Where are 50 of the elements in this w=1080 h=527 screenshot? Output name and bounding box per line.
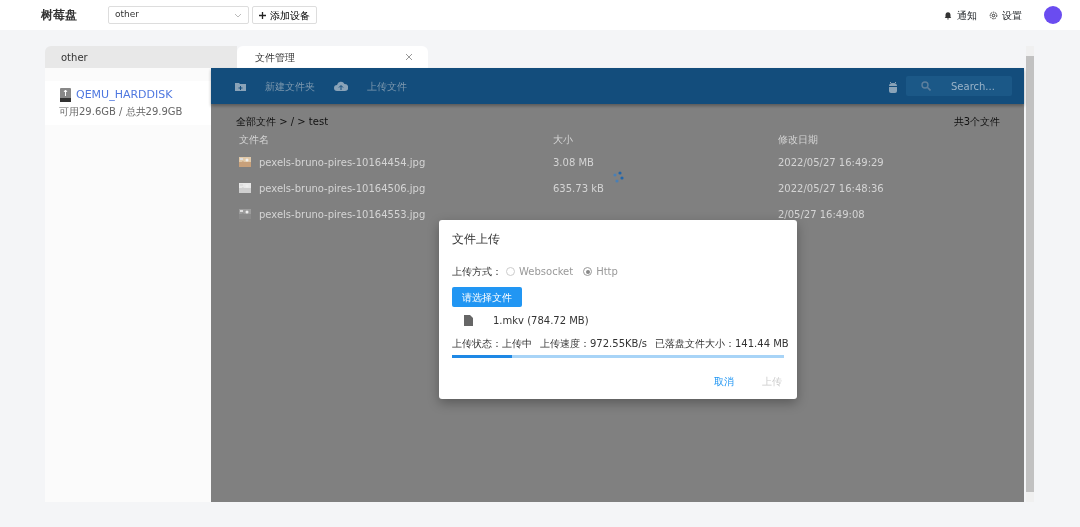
- column-header: 修改日期: [778, 132, 819, 147]
- device-select[interactable]: other: [108, 6, 249, 24]
- dialog-button[interactable]: 取消: [712, 374, 736, 389]
- file-size: 3.08 MB: [553, 155, 595, 170]
- file-name[interactable]: pexels-bruno-pires-10164553.jpg: [259, 206, 426, 222]
- tab[interactable]: 文件管理: [237, 46, 428, 68]
- header-link[interactable]: 通知: [944, 7, 977, 23]
- loading-icon: [612, 171, 624, 183]
- file-name: 1.mkv (784.72 MB): [493, 314, 589, 328]
- cloud-upload-icon: [334, 81, 348, 91]
- folder-plus-icon: [235, 81, 246, 91]
- upload-status: 已落盘文件大小：141.44 MB: [655, 337, 789, 351]
- avatar[interactable]: [1044, 6, 1062, 24]
- tab[interactable]: other: [45, 46, 237, 68]
- radio-option[interactable]: Http: [583, 264, 618, 279]
- field-label: 上传方式：: [452, 265, 502, 279]
- choose-file-button[interactable]: 请选择文件: [452, 287, 522, 307]
- close-icon[interactable]: [406, 54, 412, 60]
- plus-icon: [259, 11, 266, 19]
- disk-usage: 可用29.6GB / 总共29.9GB: [59, 104, 184, 119]
- file-date: 2/05/27 16:49:08: [778, 207, 866, 222]
- settings-icon: [989, 10, 998, 20]
- upload-status: 上传速度：972.55KB/s: [540, 337, 647, 351]
- disk-item[interactable]: QEMU_HARDDISK 可用29.6GB / 总共29.9GB: [45, 81, 211, 125]
- file-name[interactable]: pexels-bruno-pires-10164506.jpg: [259, 180, 426, 196]
- breadcrumb[interactable]: 全部文件 > / > test: [236, 114, 329, 129]
- radio-option[interactable]: Websocket: [506, 264, 574, 279]
- file-date: 2022/05/27 16:49:29: [778, 155, 885, 170]
- hard-drive-icon: [59, 88, 72, 103]
- android-icon: [888, 79, 898, 93]
- toolbar-button[interactable]: 上传文件: [334, 78, 407, 94]
- file-count: 共3个文件: [953, 115, 1000, 129]
- dialog-title: 文件上传: [452, 231, 501, 248]
- app-title: 树莓盘: [41, 7, 78, 24]
- search-field[interactable]: Search...: [906, 76, 1012, 96]
- column-header: 文件名: [239, 132, 270, 147]
- toolbar-button[interactable]: 新建文件夹: [235, 78, 315, 94]
- search-icon: [921, 81, 931, 91]
- bell-icon: [944, 10, 953, 20]
- file-size: 635.73 kB: [553, 181, 605, 196]
- file-icon: [464, 315, 473, 326]
- chevron-down-icon: [234, 12, 242, 18]
- disk-name: QEMU_HARDDISK: [76, 87, 173, 103]
- column-header: 大小: [553, 132, 574, 147]
- scrollbar[interactable]: [1026, 46, 1034, 502]
- header-link[interactable]: 设置: [989, 7, 1022, 23]
- file-date: 2022/05/27 16:48:36: [778, 181, 885, 196]
- add-device-button[interactable]: 添加设备: [252, 6, 317, 24]
- upload-status: 上传状态：上传中: [452, 337, 532, 351]
- file-name[interactable]: pexels-bruno-pires-10164454.jpg: [259, 154, 426, 170]
